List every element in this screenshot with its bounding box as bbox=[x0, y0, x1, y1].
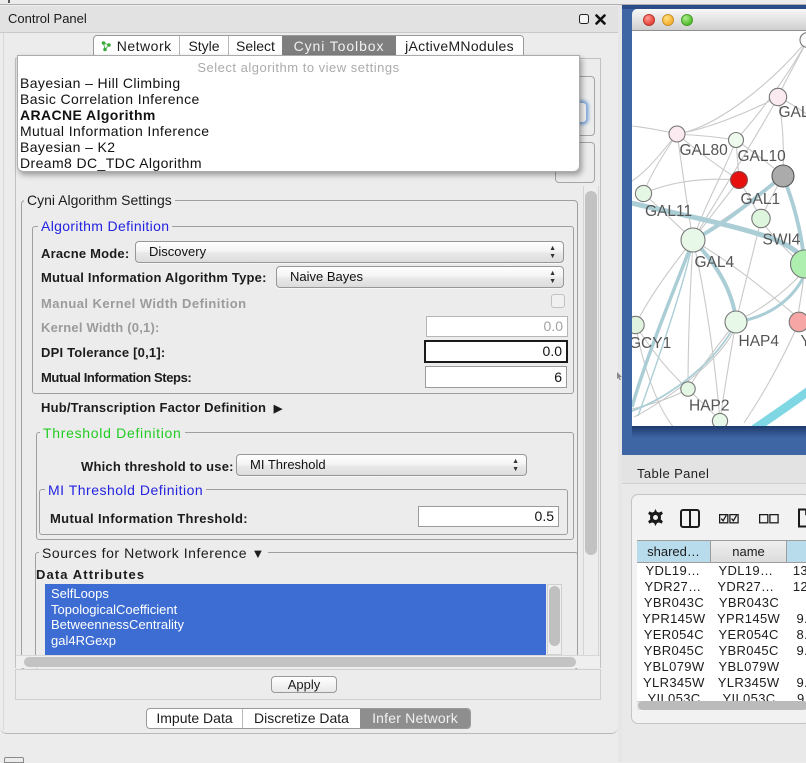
svg-text:SWI4: SWI4 bbox=[763, 232, 801, 249]
svg-text:GAL80: GAL80 bbox=[680, 142, 729, 159]
svg-text:Y: Y bbox=[801, 333, 806, 350]
svg-text:HAP2: HAP2 bbox=[689, 398, 730, 415]
svg-text:GCY1: GCY1 bbox=[632, 335, 671, 352]
svg-text:GAL11: GAL11 bbox=[645, 203, 692, 220]
svg-text:GAL1: GAL1 bbox=[741, 191, 781, 208]
svg-text:GAL10: GAL10 bbox=[738, 148, 787, 165]
svg-text:GAL4: GAL4 bbox=[695, 254, 735, 271]
svg-text:HAP4: HAP4 bbox=[739, 333, 780, 350]
svg-text:GAL: GAL bbox=[779, 104, 806, 121]
